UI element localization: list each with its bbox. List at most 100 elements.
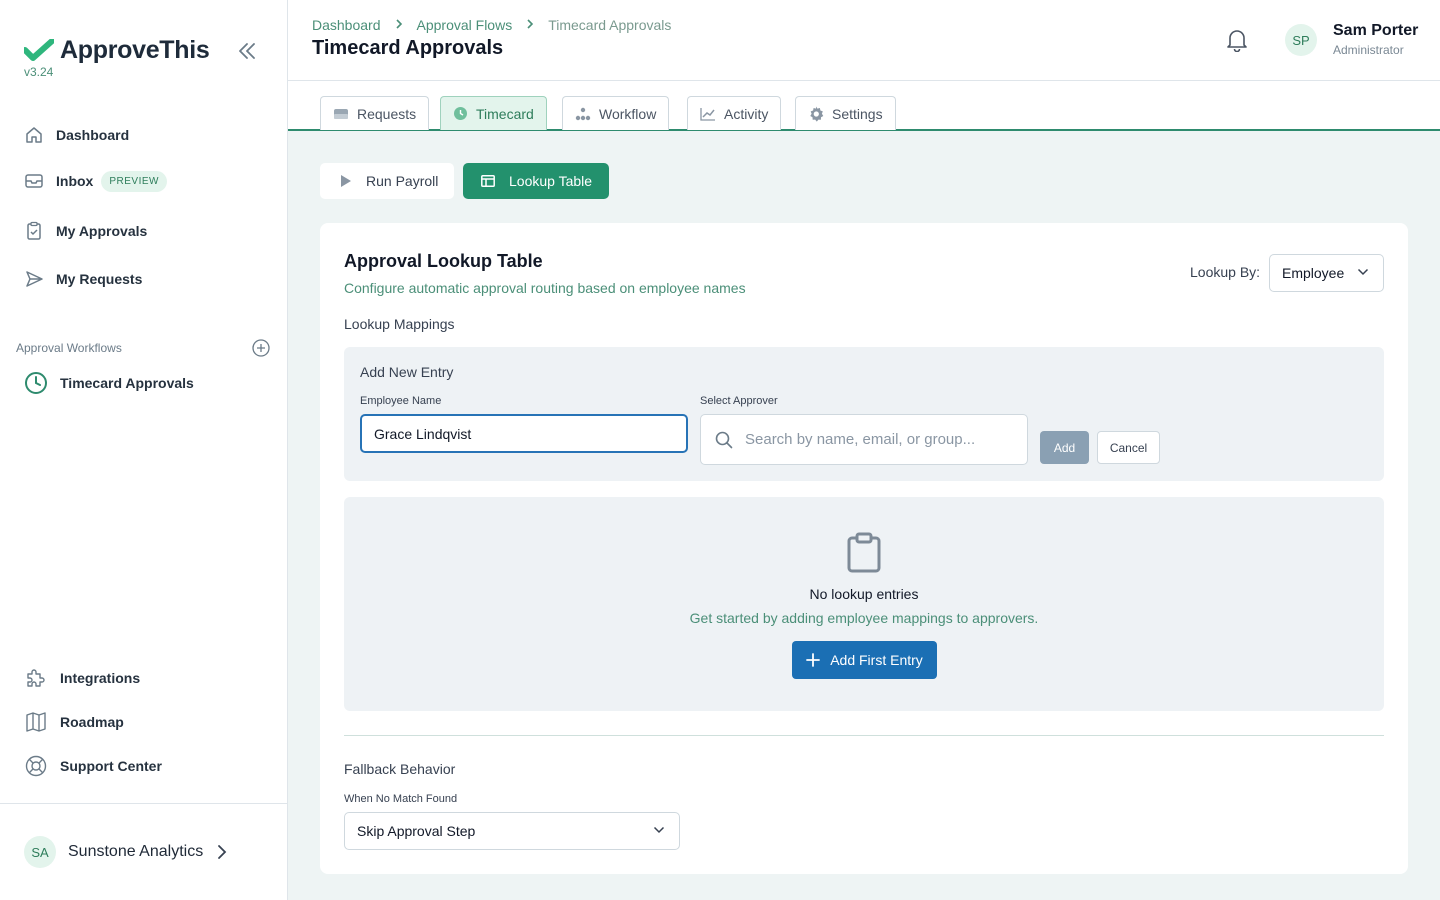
add-workflow-button[interactable] xyxy=(252,339,270,357)
empty-state-description: Get started by adding employee mappings … xyxy=(689,610,1039,626)
section-divider xyxy=(344,735,1384,736)
organization-switcher[interactable]: SA Sunstone Analytics xyxy=(24,836,227,868)
empty-state-title: No lookup entries xyxy=(809,586,919,602)
lifebuoy-icon xyxy=(24,754,48,778)
add-entry-button[interactable]: Add xyxy=(1040,431,1089,464)
add-first-entry-label: Add First Entry xyxy=(830,652,923,668)
approver-search-input[interactable] xyxy=(745,431,1005,448)
run-payroll-label: Run Payroll xyxy=(366,173,439,189)
app-version: v3.24 xyxy=(24,65,54,79)
breadcrumb-approval-flows[interactable]: Approval Flows xyxy=(417,17,513,33)
map-icon xyxy=(24,710,48,734)
card-subtitle: Configure automatic approval routing bas… xyxy=(344,280,746,296)
sidebar-item-inbox[interactable]: Inbox PREVIEW xyxy=(24,167,167,195)
inbox-icon xyxy=(24,171,44,191)
page-title: Timecard Approvals xyxy=(312,37,504,59)
lookup-by-value: Employee xyxy=(1282,265,1345,281)
tab-workflow[interactable]: Workflow xyxy=(562,96,670,130)
plus-circle-icon xyxy=(252,339,270,357)
table-icon xyxy=(481,175,495,187)
sidebar: ApproveThis v3.24 Dashboard Inbox PREVIE… xyxy=(0,0,288,900)
lookup-mappings-label: Lookup Mappings xyxy=(344,316,455,332)
hierarchy-icon xyxy=(575,107,591,121)
tab-label: Requests xyxy=(357,105,417,122)
preview-badge: PREVIEW xyxy=(101,170,167,192)
tab-label: Activity xyxy=(724,105,769,122)
lookup-by-select[interactable]: Employee xyxy=(1269,254,1384,292)
breadcrumb: Dashboard Approval Flows Timecard Approv… xyxy=(312,17,671,33)
add-first-entry-button[interactable]: Add First Entry xyxy=(792,641,937,679)
tab-bar: Requests Timecard Workflow Activity Sett… xyxy=(288,81,1440,131)
workflows-section-title: Approval Workflows xyxy=(16,341,122,355)
clipboard-check-icon xyxy=(24,221,44,241)
search-icon xyxy=(715,431,733,448)
sidebar-item-label: My Requests xyxy=(56,271,143,287)
breadcrumb-separator-icon xyxy=(526,18,534,33)
inbox-icon xyxy=(333,107,349,121)
lookup-table-button[interactable]: Lookup Table xyxy=(463,163,609,199)
sidebar-item-integrations[interactable]: Integrations xyxy=(24,664,140,692)
fallback-behavior-title: Fallback Behavior xyxy=(344,761,456,777)
run-payroll-button[interactable]: Run Payroll xyxy=(320,163,454,199)
chevron-down-icon xyxy=(1357,268,1369,276)
employee-name-label: Employee Name xyxy=(360,395,442,407)
breadcrumb-current: Timecard Approvals xyxy=(548,17,672,33)
sidebar-item-roadmap[interactable]: Roadmap xyxy=(24,708,124,736)
org-avatar: SA xyxy=(24,836,56,868)
approver-search-field[interactable] xyxy=(700,414,1028,465)
double-chevron-left-icon xyxy=(239,43,255,59)
sidebar-item-label: Integrations xyxy=(60,670,141,686)
sidebar-item-dashboard[interactable]: Dashboard xyxy=(24,121,129,149)
sidebar-item-label: Timecard Approvals xyxy=(60,375,194,391)
sidebar-item-my-requests[interactable]: My Requests xyxy=(24,265,142,293)
send-icon xyxy=(24,269,44,289)
card-title: Approval Lookup Table xyxy=(344,251,543,271)
clock-icon xyxy=(453,106,468,121)
sidebar-item-label: Support Center xyxy=(60,758,162,774)
tab-activity[interactable]: Activity xyxy=(687,96,782,130)
clock-icon xyxy=(24,371,48,395)
chevron-down-icon xyxy=(653,826,665,834)
collapse-sidebar-button[interactable] xyxy=(236,40,258,62)
clipboard-icon xyxy=(847,532,881,573)
plus-icon xyxy=(806,653,821,667)
checkmark-logo-icon xyxy=(24,38,54,61)
cancel-entry-button[interactable]: Cancel xyxy=(1097,431,1160,464)
tab-label: Workflow xyxy=(599,105,657,122)
chevron-right-icon xyxy=(218,845,227,859)
sidebar-item-label: Dashboard xyxy=(56,127,130,143)
sidebar-item-my-approvals[interactable]: My Approvals xyxy=(24,217,147,245)
bell-icon xyxy=(1227,30,1247,53)
gear-icon xyxy=(808,106,824,122)
sidebar-item-timecard-approvals[interactable]: Timecard Approvals xyxy=(24,369,194,397)
page-header: Dashboard Approval Flows Timecard Approv… xyxy=(288,0,1440,81)
puzzle-icon xyxy=(24,666,48,690)
user-avatar[interactable]: SP xyxy=(1285,24,1317,56)
home-icon xyxy=(24,125,44,145)
empty-state-panel: No lookup entries Get started by adding … xyxy=(344,497,1384,711)
no-match-label: When No Match Found xyxy=(344,793,458,805)
sidebar-item-label: Inbox xyxy=(56,173,94,189)
brand-logo[interactable]: ApproveThis xyxy=(24,36,210,65)
tab-timecard[interactable]: Timecard xyxy=(440,96,547,130)
breadcrumb-dashboard[interactable]: Dashboard xyxy=(312,17,381,33)
select-approver-label: Select Approver xyxy=(700,395,778,407)
tab-requests[interactable]: Requests xyxy=(320,96,430,130)
user-name: Sam Porter xyxy=(1333,22,1419,39)
sidebar-item-label: My Approvals xyxy=(56,223,148,239)
fallback-select[interactable]: Skip Approval Step xyxy=(344,812,680,850)
sidebar-item-label: Roadmap xyxy=(60,714,124,730)
add-entry-panel: Add New Entry Employee Name Select Appro… xyxy=(344,347,1384,481)
sidebar-divider xyxy=(0,803,287,804)
notifications-button[interactable] xyxy=(1226,28,1248,53)
breadcrumb-separator-icon xyxy=(395,18,403,33)
brand-name: ApproveThis xyxy=(60,36,210,64)
lookup-by-label: Lookup By: xyxy=(1190,264,1261,280)
tab-settings[interactable]: Settings xyxy=(795,96,896,130)
lookup-table-label: Lookup Table xyxy=(509,173,593,189)
lookup-table-card: Approval Lookup Table Configure automati… xyxy=(320,223,1408,874)
org-name: Sunstone Analytics xyxy=(68,843,204,860)
sidebar-item-support-center[interactable]: Support Center xyxy=(24,752,162,780)
employee-name-input[interactable] xyxy=(360,414,688,453)
tab-label: Settings xyxy=(832,105,883,122)
